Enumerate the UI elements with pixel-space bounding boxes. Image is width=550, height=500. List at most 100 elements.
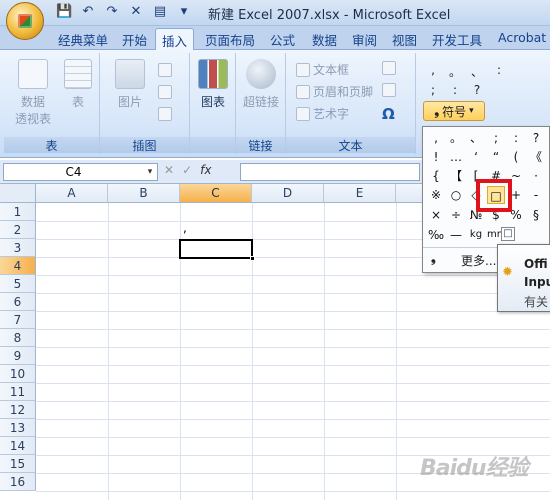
row-header-16[interactable]: 16 [0,473,36,491]
save-icon[interactable]: 💾 [56,4,72,20]
wordart-button[interactable]: 艺术字 [296,105,349,122]
paste-icon[interactable]: ▤ [152,4,168,20]
tab-classic-menu[interactable]: 经典菜单 [56,30,110,50]
symbol-item[interactable]: - [527,186,545,204]
customize-qat-icon[interactable]: ▾ [176,4,192,20]
pivot-label-2: 透视表 [14,112,51,126]
textbox-button[interactable]: 文本框 [296,61,349,78]
table-button[interactable]: 表 [60,59,96,110]
name-box[interactable]: C4 ▾ [3,163,158,181]
object-icon [382,83,396,97]
symbol-button[interactable]: ❟ 符号 ▾ [423,101,485,121]
row-header-13[interactable]: 13 [0,419,36,437]
gear-icon: ✹ [502,265,513,280]
symbol-comma[interactable]: , [426,63,440,77]
symbol-dunhao[interactable]: 、 [470,63,484,80]
tab-data[interactable]: 数据 [310,30,339,50]
symbol-item[interactable]: , [427,129,445,147]
tab-formulas[interactable]: 公式 [268,30,297,50]
symbol-item[interactable]: kg [467,226,485,244]
chart-button[interactable]: 图表 [194,59,232,110]
table-group-label: 表 [4,137,99,153]
column-header-b[interactable]: B [108,184,180,203]
more-symbols-label[interactable]: 更多... [461,252,496,269]
shapes-button[interactable] [158,85,172,99]
picture-button[interactable]: 图片 [110,59,150,110]
symbol-semicolon[interactable]: ; [426,83,440,97]
tab-acrobat[interactable]: Acrobat [496,30,548,50]
symbol-item[interactable]: ‘ [467,148,485,166]
tab-developer[interactable]: 开发工具 [430,30,484,50]
clipart-button[interactable] [158,63,172,77]
row-header-15[interactable]: 15 [0,455,36,473]
tools-icon[interactable]: ✕ [128,4,144,20]
row-header-7[interactable]: 7 [0,311,36,329]
symbol-item[interactable]: 。 [447,129,465,147]
tab-page-layout[interactable]: 页面布局 [203,30,257,50]
column-header-a[interactable]: A [36,184,108,203]
undo-icon[interactable]: ↶ [80,4,96,20]
tab-view[interactable]: 视图 [390,30,419,50]
symbol-item[interactable]: ÷ [447,206,465,224]
row-header-6[interactable]: 6 [0,293,36,311]
confirm-icon[interactable]: ✓ [182,163,192,177]
object-button[interactable] [382,83,396,97]
office-button[interactable] [6,2,44,40]
quick-access-toolbar: 💾 ↶ ↷ ✕ ▤ ▾ [56,4,192,20]
row-header-10[interactable]: 10 [0,365,36,383]
symbol-item[interactable]: : [507,129,525,147]
row-header-11[interactable]: 11 [0,383,36,401]
formula-input[interactable] [240,163,420,181]
column-header-c[interactable]: C [180,184,252,203]
symbol-item[interactable]: 《 [527,148,545,166]
tab-review[interactable]: 审阅 [350,30,379,50]
symbol-item[interactable]: § [527,206,545,224]
row-header-3[interactable]: 3 [0,239,36,257]
symbol-item[interactable]: 、 [467,129,485,147]
row-header-5[interactable]: 5 [0,275,36,293]
select-all-corner[interactable] [0,184,36,203]
signature-button[interactable] [382,61,396,75]
symbol-question[interactable]: ? [470,83,484,97]
symbol-item[interactable]: … [447,148,465,166]
symbol-period[interactable]: 。 [448,63,462,80]
symbol-colon[interactable]: : [492,63,506,77]
symbol-item[interactable]: · [527,167,545,185]
row-header-14[interactable]: 14 [0,437,36,455]
symbol-colon-2[interactable]: : [448,83,462,97]
tab-home[interactable]: 开始 [120,30,149,50]
symbol-item[interactable]: ‰ [427,226,445,244]
symbol-item[interactable]: 【 [447,167,465,185]
cancel-icon[interactable]: ✕ [164,163,174,177]
header-footer-button[interactable]: 页眉和页脚 [296,83,373,100]
column-header-d[interactable]: D [252,184,324,203]
cell-c3-value: , [183,221,187,235]
fill-handle[interactable] [250,256,255,261]
symbol-item[interactable]: ※ [427,186,445,204]
column-header-e[interactable]: E [324,184,396,203]
row-header-1[interactable]: 1 [0,203,36,221]
row-header-12[interactable]: 12 [0,401,36,419]
tab-insert[interactable]: 插入 [155,28,195,51]
symbol-item[interactable]: “ [487,148,505,166]
symbol-item[interactable]: ( [507,148,525,166]
symbol-item[interactable]: ! [427,148,445,166]
symbol-item[interactable]: ; [487,129,505,147]
insert-function-icon[interactable]: fx [200,163,211,177]
symbol-item[interactable]: — [447,226,465,244]
row-header-9[interactable]: 9 [0,347,36,365]
smartart-button[interactable] [158,107,172,121]
symbol-item[interactable]: × [427,206,445,224]
row-header-8[interactable]: 8 [0,329,36,347]
row-header-2[interactable]: 2 [0,221,36,239]
hyperlink-button[interactable]: 超链接 [239,59,283,110]
pivot-table-button[interactable]: 数据 透视表 [10,59,56,127]
active-cell-c4[interactable] [179,239,253,259]
omega-icon[interactable]: Ω [382,105,395,123]
symbol-item[interactable]: ○ [447,186,465,204]
symbol-item[interactable]: ? [527,129,545,147]
redo-icon[interactable]: ↷ [104,4,120,20]
chevron-down-icon[interactable]: ▾ [143,167,157,177]
symbol-item[interactable]: { [427,167,445,185]
row-header-4[interactable]: 4 [0,257,36,275]
